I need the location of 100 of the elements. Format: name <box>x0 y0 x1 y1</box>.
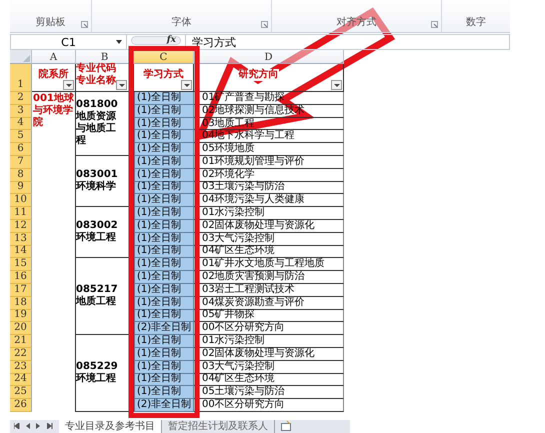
header-cell: 专业代码专业名称 <box>76 62 116 86</box>
row-header[interactable]: 18 <box>10 296 32 310</box>
row-header[interactable]: 2 <box>10 92 32 105</box>
column-header[interactable]: A <box>32 50 76 64</box>
insert-sheet-icon[interactable] <box>281 421 291 432</box>
row-header[interactable]: 10 <box>10 194 32 208</box>
row-header[interactable]: 12 <box>10 220 32 233</box>
row-header[interactable]: 4 <box>10 118 32 130</box>
direction-cell: 04环境污染与人类健康 <box>202 194 305 206</box>
row-header[interactable]: 8 <box>10 168 32 182</box>
row-header[interactable]: 26 <box>10 399 32 412</box>
last-sheet-button[interactable] <box>47 423 53 430</box>
group-label: 字体 <box>172 16 192 29</box>
sheet-tab[interactable]: 专业目录及参考书目 <box>59 420 162 433</box>
major-cell-text: 085217地质工程 <box>76 284 119 308</box>
study-mode-cell: (1)全日制 <box>134 374 194 386</box>
row-header[interactable]: 13 <box>10 232 32 246</box>
direction-cell: 02固体废物处理与资源化 <box>202 348 315 360</box>
column-header[interactable]: C <box>134 50 194 64</box>
direction-cell: 03岩土工程测试技术 <box>202 284 295 296</box>
study-mode-cell: (1)全日制 <box>134 348 194 361</box>
dialog-launcher-icon[interactable] <box>261 21 268 28</box>
column-header[interactable]: B <box>76 50 134 64</box>
row-header[interactable]: 11 <box>10 207 32 220</box>
department-cell: 001地球与环境学院 <box>33 93 74 128</box>
row-header[interactable]: 7 <box>10 156 32 169</box>
study-mode-cell: (1)全日制 <box>134 310 194 322</box>
row-header[interactable]: 3 <box>10 104 32 118</box>
row-header[interactable]: 1 <box>10 64 32 92</box>
row-header[interactable]: 15 <box>10 258 32 272</box>
major-cell-text: 081800地质资源与地质工程 <box>76 99 119 148</box>
row-header[interactable]: 25 <box>10 386 32 400</box>
row-header[interactable]: 14 <box>10 246 32 258</box>
direction-cell: 01水污染控制 <box>202 207 265 220</box>
row-header[interactable]: 9 <box>10 182 32 194</box>
direction-cell-text: 04煤炭资源勘查与评价 <box>202 296 305 308</box>
row-header[interactable]: 22 <box>10 348 32 361</box>
filter-dropdown-button[interactable] <box>116 80 127 90</box>
row-header[interactable]: 17 <box>10 284 32 297</box>
direction-cell: 01环境规划管理与评价 <box>202 156 305 168</box>
group-label: 剪贴板 <box>36 16 66 29</box>
next-sheet-button[interactable] <box>36 423 42 430</box>
study-mode-cell: (1)全日制 <box>134 168 194 182</box>
dialog-launcher-icon[interactable] <box>431 21 438 28</box>
row-header[interactable]: 21 <box>10 335 32 348</box>
column-header[interactable]: D <box>194 50 344 64</box>
caret-icon <box>66 84 72 86</box>
row-header[interactable]: 6 <box>10 143 32 156</box>
filter-dropdown-button[interactable] <box>63 80 74 90</box>
direction-cell-text: 03大气污染控制 <box>202 232 275 244</box>
study-mode-cell: (1)全日制 <box>134 220 194 233</box>
major-cell-text: 083002环境工程 <box>76 220 119 244</box>
caret-icon[interactable] <box>116 40 122 44</box>
study-mode-cell: (2)非全日制 <box>134 322 194 336</box>
study-mode-cell: (1)全日制 <box>134 207 194 220</box>
major-cell-text: 085229环境工程 <box>76 361 119 386</box>
study-mode-cell: (1)全日制 <box>134 194 194 208</box>
study-mode-cell: (1)全日制 <box>134 130 194 144</box>
study-mode-cell: (1)全日制 <box>134 182 194 194</box>
row-header[interactable]: 24 <box>10 374 32 386</box>
study-mode-cell: (1)全日制 <box>134 284 194 297</box>
direction-cell: 03土壤污染与防治 <box>202 181 285 194</box>
study-mode-cell: (1)全日制 <box>134 296 194 310</box>
direction-cell: 00不区分研究方向 <box>202 399 285 412</box>
direction-cell: 05土壤污染与防治 <box>202 386 285 398</box>
study-mode-cell: (1)全日制 <box>134 118 194 130</box>
direction-cell: 00不区分研究方向 <box>202 322 285 334</box>
dialog-launcher-icon[interactable] <box>81 21 88 28</box>
direction-cell: 05矿井物探 <box>202 309 255 322</box>
header-cell: 学习方式 <box>144 68 184 80</box>
row-header[interactable]: 19 <box>10 310 32 322</box>
filter-dropdown-button[interactable] <box>331 80 342 90</box>
study-mode-cell: (1)全日制 <box>134 104 194 118</box>
direction-cell: 02固体废物处理与资源化 <box>202 220 315 232</box>
filter-dropdown-button[interactable] <box>181 80 192 90</box>
caret-icon <box>184 84 190 86</box>
study-mode-cell: (1)全日制 <box>134 386 194 400</box>
row-header[interactable]: 23 <box>10 360 32 374</box>
direction-cell: 02地质灾害预测与防治 <box>202 271 305 284</box>
study-mode-cell: (1)全日制 <box>134 271 194 284</box>
first-sheet-button[interactable] <box>14 423 20 430</box>
study-mode-cell: (1)全日制 <box>134 360 194 374</box>
direction-cell-text: 02环境化学 <box>202 168 255 180</box>
study-mode-cell: (2)非全日制 <box>134 399 194 412</box>
study-mode-cell: (1)全日制 <box>134 92 194 105</box>
group-label: 数字 <box>466 16 486 29</box>
direction-cell-text: 03大气污染控制 <box>202 360 275 372</box>
header-cell: 研究方向 <box>238 68 278 80</box>
row-header[interactable]: 16 <box>10 271 32 284</box>
row-header[interactable]: 20 <box>10 322 32 336</box>
study-mode-cell: (1)全日制 <box>134 258 194 272</box>
row-header[interactable]: 5 <box>10 130 32 144</box>
direction-cell: 04矿区生态环境 <box>202 373 275 386</box>
major-cell-text: 083001环境科学 <box>76 169 119 194</box>
previous-sheet-button[interactable] <box>25 423 31 430</box>
header-cell: 院系所 <box>38 68 68 80</box>
function-button[interactable]: fx <box>131 36 181 45</box>
direction-cell: 05环境地质 <box>202 143 255 156</box>
direction-cell: 04矿区生态环境 <box>202 245 275 258</box>
study-mode-cell: (1)全日制 <box>134 232 194 246</box>
